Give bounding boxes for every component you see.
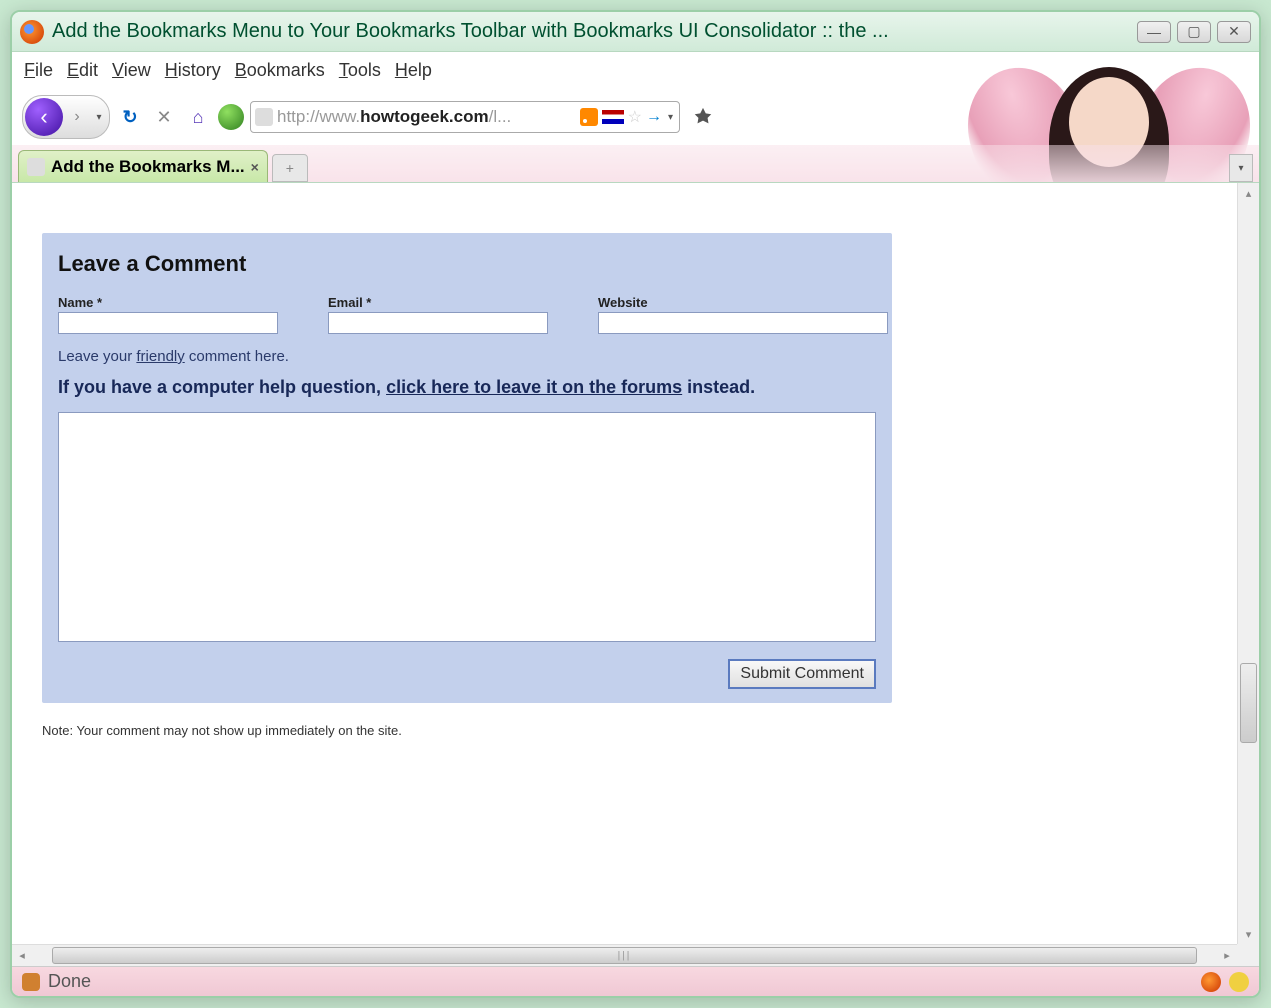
menu-bookmarks[interactable]: Bookmarks [235,60,325,81]
field-name: Name * [58,295,278,334]
go-button[interactable]: → [646,108,662,126]
url-dropdown[interactable]: ▾ [666,112,675,123]
browser-window: Add the Bookmarks Menu to Your Bookmarks… [10,10,1261,998]
status-addon-icon[interactable] [22,973,40,991]
nav-history-dropdown[interactable]: ▾ [91,112,107,123]
submit-comment-button[interactable]: Submit Comment [728,659,876,689]
hscroll-track[interactable]: ||| [32,945,1217,966]
browser-chrome: File Edit View History Bookmarks Tools H… [12,52,1259,183]
new-tab-button[interactable]: + [272,154,308,182]
vscroll-track[interactable] [1238,203,1259,924]
scroll-up-arrow[interactable]: ▴ [1238,183,1259,203]
comment-hint: Leave your friendly comment here. [58,348,876,365]
website-input[interactable] [598,312,888,334]
address-bar[interactable]: http://www.howtogeek.com/l... ☆ → ▾ [250,101,680,133]
url-text: http://www.howtogeek.com/l... [277,107,576,127]
menu-help[interactable]: Help [395,60,432,81]
forward-button[interactable]: › [63,102,91,132]
window-title: Add the Bookmarks Menu to Your Bookmarks… [52,20,1127,43]
stop-button[interactable]: ✕ [150,103,178,131]
status-text: Done [48,971,1193,992]
comment-textarea[interactable] [58,412,876,642]
rss-icon[interactable] [580,108,598,126]
comment-form: Leave a Comment Name * Email * Website [42,233,892,703]
menu-view[interactable]: View [112,60,151,81]
scroll-right-arrow[interactable]: ▸ [1217,945,1237,966]
friendly-link[interactable]: friendly [136,348,184,365]
vertical-scrollbar[interactable]: ▴ ▾ [1237,183,1259,944]
email-input[interactable] [328,312,548,334]
tab-favicon [27,158,45,176]
menu-bar: File Edit View History Bookmarks Tools H… [12,52,1259,89]
addon-button[interactable] [218,104,244,130]
forum-hint: If you have a computer help question, cl… [58,377,876,398]
nav-back-forward: ‹ › ▾ [22,95,110,139]
menu-tools[interactable]: Tools [339,60,381,81]
name-label: Name * [58,295,278,310]
website-label: Website [598,295,888,310]
horizontal-scrollbar[interactable]: ◂ ||| ▸ [12,944,1237,966]
toolbar-extra-icon[interactable] [692,106,714,128]
hscroll-thumb[interactable]: ||| [52,947,1197,964]
menu-history[interactable]: History [165,60,221,81]
navigation-toolbar: ‹ › ▾ ↻ ✕ ⌂ http://www.howtogeek.com/l..… [12,89,1259,145]
close-window-button[interactable]: ✕ [1217,21,1251,43]
back-button[interactable]: ‹ [25,98,63,136]
home-button[interactable]: ⌂ [184,103,212,131]
flag-icon [602,110,624,124]
minimize-button[interactable]: — [1137,21,1171,43]
email-label: Email * [328,295,548,310]
field-email: Email * [328,295,548,334]
scroll-left-arrow[interactable]: ◂ [12,945,32,966]
menu-file[interactable]: File [24,60,53,81]
name-input[interactable] [58,312,278,334]
forum-link[interactable]: click here to leave it on the forums [386,377,682,397]
tab-close-button[interactable]: × [251,159,259,175]
comment-heading: Leave a Comment [58,251,876,277]
status-smiley-icon[interactable] [1229,972,1249,992]
tab-active[interactable]: Add the Bookmarks M... × [18,150,268,182]
tab-list-dropdown[interactable]: ▾ [1229,154,1253,182]
scroll-corner [1237,944,1259,966]
titlebar: Add the Bookmarks Menu to Your Bookmarks… [12,12,1259,52]
content-viewport: Leave a Comment Name * Email * Website [12,183,1259,966]
menu-edit[interactable]: Edit [67,60,98,81]
site-favicon [255,108,273,126]
field-website: Website [598,295,888,334]
status-bar: Done [12,966,1259,996]
firefox-icon [20,20,44,44]
bookmark-star-icon[interactable]: ☆ [628,107,642,127]
maximize-button[interactable]: ▢ [1177,21,1211,43]
reload-button[interactable]: ↻ [116,103,144,131]
vscroll-thumb[interactable] [1240,663,1257,743]
scroll-down-arrow[interactable]: ▾ [1238,924,1259,944]
tab-bar: Add the Bookmarks M... × + ▾ [12,145,1259,183]
status-firefox-icon[interactable] [1201,972,1221,992]
tab-label: Add the Bookmarks M... [51,157,245,177]
comment-note: Note: Your comment may not show up immed… [42,723,1217,738]
page-body: Leave a Comment Name * Email * Website [12,183,1237,944]
